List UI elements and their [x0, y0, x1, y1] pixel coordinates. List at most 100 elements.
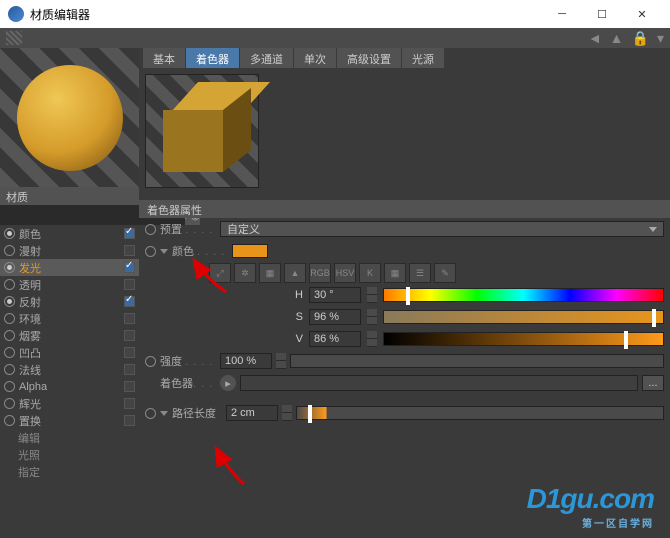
channel-透明[interactable]: 透明 [0, 276, 139, 293]
channel-checkbox[interactable] [124, 296, 135, 307]
channel-漫射[interactable]: 漫射 [0, 242, 139, 259]
tab-多通道[interactable]: 多通道 [240, 48, 293, 68]
channel-指定[interactable]: 指定 [0, 463, 139, 480]
chevron-down-icon[interactable] [160, 411, 168, 416]
channel-checkbox[interactable] [124, 364, 135, 375]
expand-ring-icon[interactable] [145, 224, 156, 235]
pathlen-value[interactable]: 2 cm [226, 405, 278, 421]
radio-icon[interactable] [4, 364, 15, 375]
v-value[interactable]: 86 % [309, 331, 361, 347]
channel-checkbox[interactable] [124, 313, 135, 324]
channel-发光[interactable]: 发光 [0, 259, 139, 276]
channel-环境[interactable]: 环境 [0, 310, 139, 327]
radio-icon[interactable] [4, 279, 15, 290]
channel-label: 置换 [19, 413, 120, 429]
radio-icon[interactable] [4, 330, 15, 341]
expand-ring-icon[interactable] [145, 356, 156, 367]
menu-icon[interactable]: ▾ [657, 30, 664, 47]
drag-handle-icon[interactable] [6, 31, 22, 45]
channel-checkbox[interactable] [124, 347, 135, 358]
channel-编辑[interactable]: 编辑 [0, 429, 139, 446]
close-button[interactable]: ✕ [622, 0, 662, 28]
channel-checkbox[interactable] [124, 262, 135, 273]
tool-icon[interactable]: HSV [334, 263, 356, 283]
channel-Alpha[interactable]: Alpha [0, 378, 139, 395]
v-slider[interactable] [383, 332, 664, 346]
chevron-down-icon[interactable] [160, 249, 168, 254]
lock-icon[interactable]: 🔒 [632, 30, 649, 47]
expand-ring-icon[interactable] [145, 408, 156, 419]
radio-icon[interactable] [4, 228, 15, 239]
h-value[interactable]: 30 ° [309, 287, 361, 303]
channel-checkbox[interactable] [124, 415, 135, 426]
h-spinner[interactable] [367, 287, 377, 303]
tool-icon[interactable]: ⤢ [209, 263, 231, 283]
app-icon [8, 6, 24, 22]
channel-label: 凹凸 [19, 345, 120, 361]
channel-烟雾[interactable]: 烟雾 [0, 327, 139, 344]
material-preview[interactable] [0, 48, 139, 187]
channel-光照[interactable]: 光照 [0, 446, 139, 463]
intensity-spinner[interactable] [276, 353, 286, 369]
tab-着色器[interactable]: 着色器 [186, 48, 239, 68]
radio-icon[interactable] [4, 398, 15, 409]
channel-label: 发光 [19, 260, 120, 276]
radio-icon[interactable] [4, 313, 15, 324]
tab-单次[interactable]: 单次 [294, 48, 336, 68]
pathlen-slider[interactable] [296, 406, 664, 420]
tab-高级设置[interactable]: 高级设置 [337, 48, 401, 68]
shader-browse-button[interactable]: ... [642, 375, 664, 391]
preset-dropdown[interactable]: 自定义 [220, 221, 664, 237]
color-swatch[interactable] [232, 244, 268, 258]
s-slider[interactable] [383, 310, 664, 324]
tool-icon[interactable]: ☰ [409, 263, 431, 283]
radio-icon[interactable] [4, 347, 15, 358]
radio-icon[interactable] [4, 245, 15, 256]
h-slider[interactable] [383, 288, 664, 302]
nav-icons: ◄ ▲ 🔒 ▾ [588, 30, 664, 47]
shader-label: 着色器 [160, 378, 193, 390]
expand-ring-icon[interactable] [145, 246, 156, 257]
channel-checkbox[interactable] [124, 381, 135, 392]
channel-label: 透明 [19, 277, 120, 293]
channel-反射[interactable]: 反射 [0, 293, 139, 310]
s-spinner[interactable] [367, 309, 377, 325]
channel-辉光[interactable]: 辉光 [0, 395, 139, 412]
tool-icon[interactable]: ▲ [284, 263, 306, 283]
intensity-value[interactable]: 100 % [220, 353, 272, 369]
arrow-left-icon[interactable]: ◄ [588, 30, 602, 47]
channel-置换[interactable]: 置换 [0, 412, 139, 429]
channel-checkbox[interactable] [124, 398, 135, 409]
tool-icon[interactable]: ✲ [234, 263, 256, 283]
radio-icon[interactable] [4, 296, 15, 307]
shader-field[interactable] [240, 375, 638, 391]
shader-play-button[interactable]: ▸ [220, 375, 236, 391]
tab-基本[interactable]: 基本 [143, 48, 185, 68]
channel-label: 光照 [4, 447, 135, 463]
tab-光源[interactable]: 光源 [402, 48, 444, 68]
tool-icon[interactable]: ▦ [259, 263, 281, 283]
tool-icon[interactable]: ✎ [434, 263, 456, 283]
maximize-button[interactable]: ☐ [582, 0, 622, 28]
radio-icon[interactable] [4, 262, 15, 273]
s-value[interactable]: 96 % [309, 309, 361, 325]
tool-icon[interactable]: ▦ [384, 263, 406, 283]
tool-icon[interactable]: RGB [309, 263, 331, 283]
channel-法线[interactable]: 法线 [0, 361, 139, 378]
channel-凹凸[interactable]: 凹凸 [0, 344, 139, 361]
tool-icon[interactable]: K [359, 263, 381, 283]
channel-checkbox[interactable] [124, 330, 135, 341]
radio-icon[interactable] [4, 415, 15, 426]
minimize-button[interactable]: ─ [542, 0, 582, 28]
channel-checkbox[interactable] [124, 245, 135, 256]
channel-颜色[interactable]: 颜色 [0, 225, 139, 242]
v-spinner[interactable] [367, 331, 377, 347]
channel-checkbox[interactable] [124, 279, 135, 290]
channel-checkbox[interactable] [124, 228, 135, 239]
arrow-up-icon[interactable]: ▲ [610, 30, 624, 47]
pathlen-spinner[interactable] [282, 405, 292, 421]
channel-label: 法线 [19, 362, 120, 378]
shader-preview[interactable] [145, 74, 259, 188]
radio-icon[interactable] [4, 381, 15, 392]
intensity-slider[interactable] [290, 354, 664, 368]
